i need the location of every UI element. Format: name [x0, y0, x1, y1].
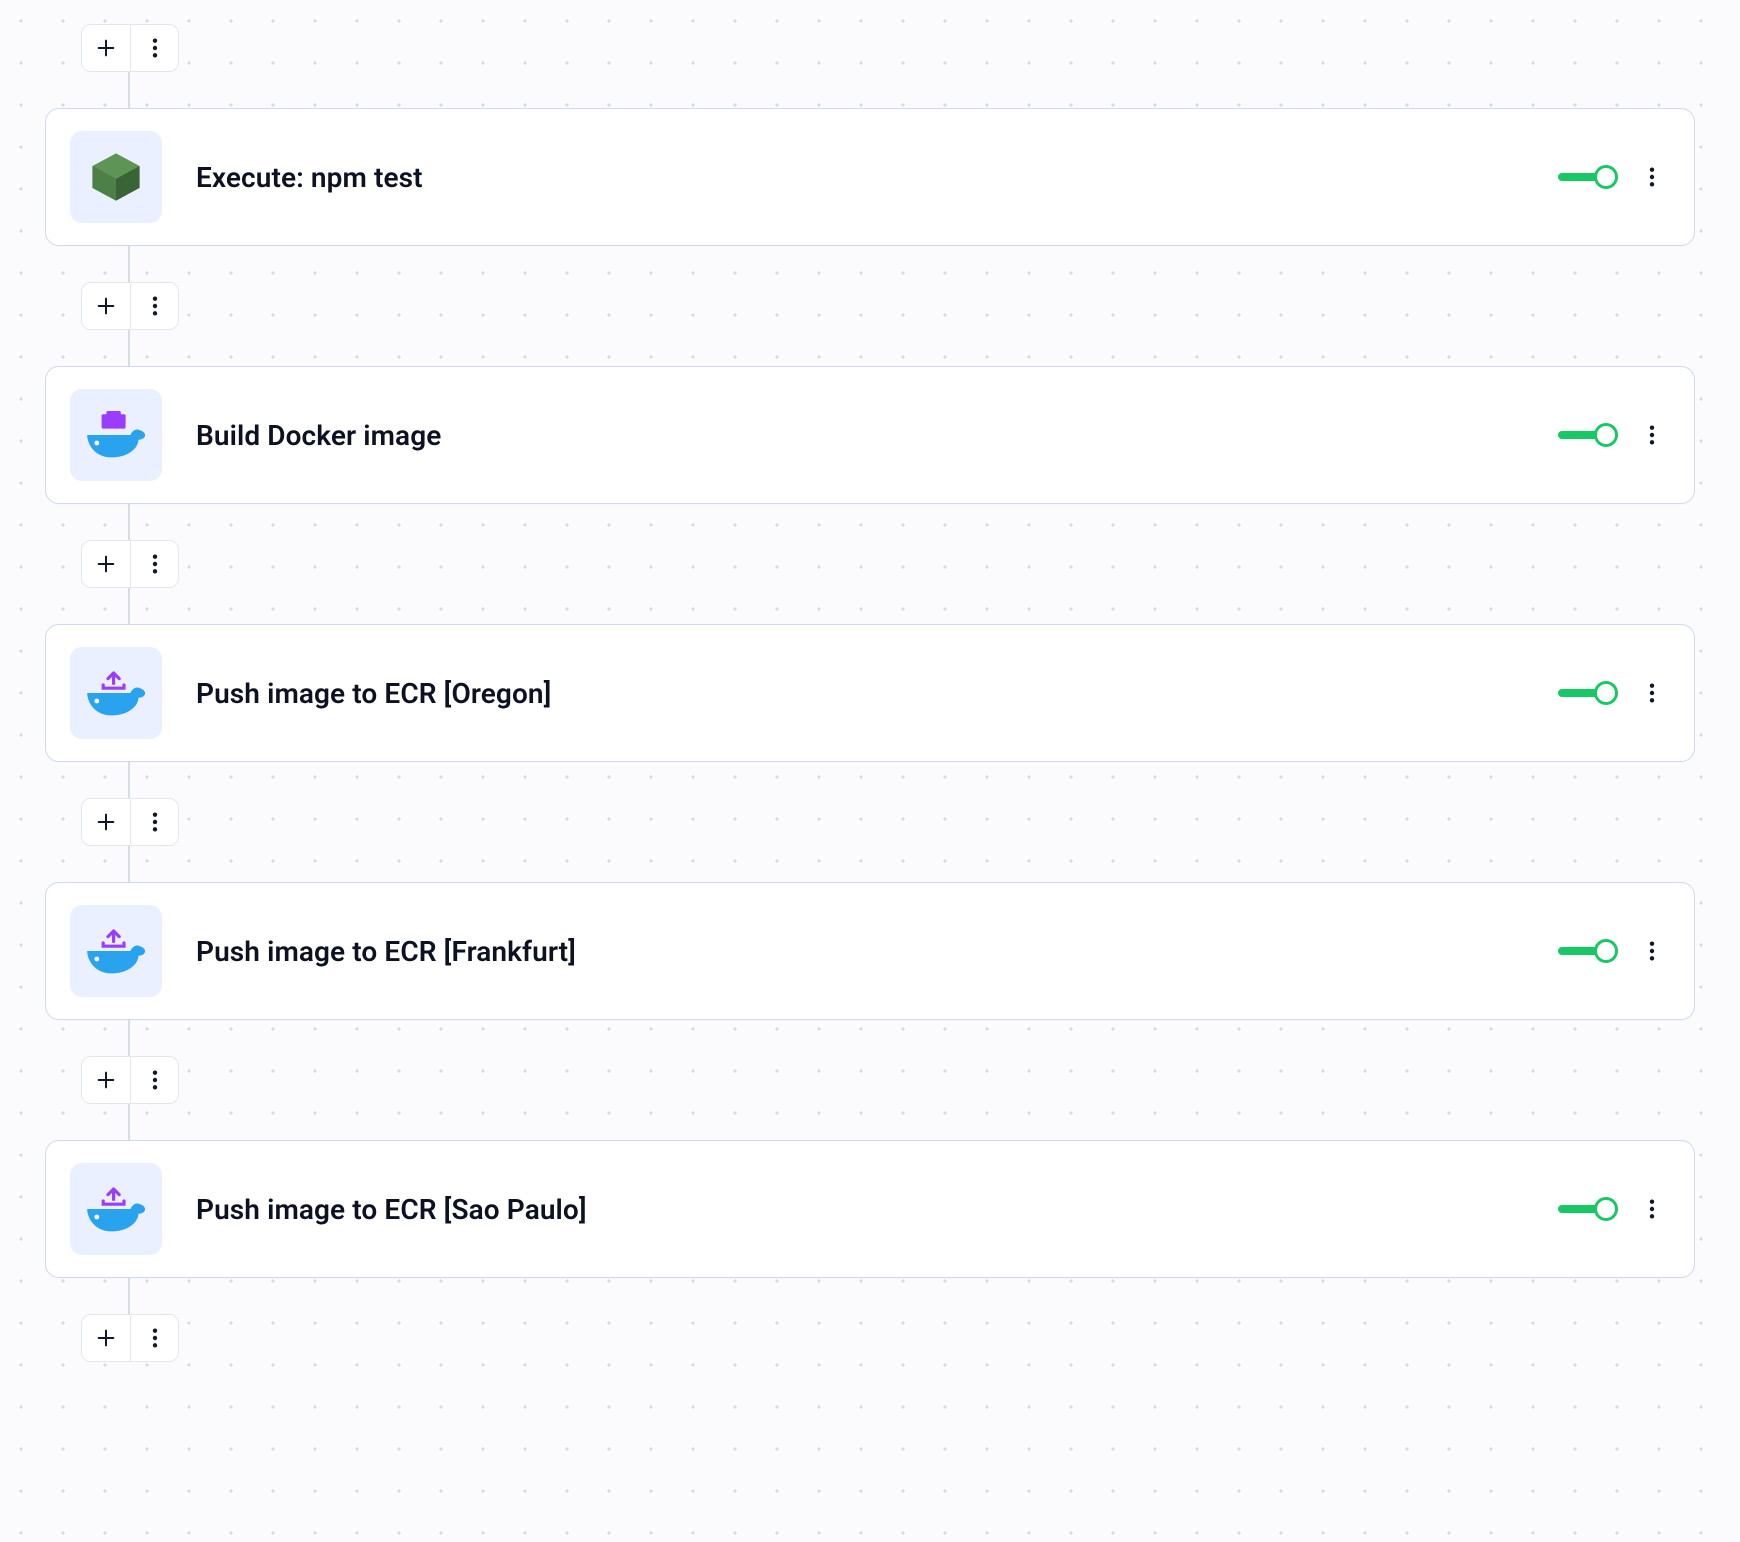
step-actions: [1558, 673, 1666, 713]
connector-group: [81, 1310, 1695, 1366]
add-step-button[interactable]: [82, 1315, 130, 1361]
connector-group: [81, 1052, 1695, 1108]
add-step-control: [81, 24, 179, 72]
docker-push-icon: [84, 1185, 148, 1233]
step-icon-tile: [70, 131, 162, 223]
connector-group: [81, 20, 1695, 76]
step-icon-tile: [70, 647, 162, 739]
step-enabled-toggle[interactable]: [1558, 164, 1616, 190]
add-step-more-button[interactable]: [130, 25, 178, 71]
more-vertical-icon: [152, 37, 158, 59]
pipeline-canvas: Execute: npm test Build Docker im: [0, 0, 1740, 1406]
step-actions: [1558, 931, 1666, 971]
step-enabled-toggle[interactable]: [1558, 1196, 1616, 1222]
step-title: Execute: npm test: [196, 161, 1558, 194]
add-step-more-button[interactable]: [130, 283, 178, 329]
step-more-button[interactable]: [1638, 157, 1666, 197]
toggle-knob: [1594, 939, 1618, 963]
add-step-button[interactable]: [82, 541, 130, 587]
step-icon-tile: [70, 905, 162, 997]
step-actions: [1558, 157, 1666, 197]
connector-group: [81, 536, 1695, 592]
add-step-control: [81, 798, 179, 846]
plus-icon: [95, 37, 117, 59]
add-step-more-button[interactable]: [130, 799, 178, 845]
pipeline-step-card[interactable]: Push image to ECR [Oregon]: [45, 624, 1695, 762]
step-more-button[interactable]: [1638, 931, 1666, 971]
plus-icon: [95, 811, 117, 833]
step-actions: [1558, 1189, 1666, 1229]
add-step-more-button[interactable]: [130, 1057, 178, 1103]
step-actions: [1558, 415, 1666, 455]
more-vertical-icon: [152, 553, 158, 575]
add-step-control: [81, 282, 179, 330]
node-cube-icon: [87, 148, 145, 206]
more-vertical-icon: [1649, 1198, 1655, 1220]
step-title: Push image to ECR [Frankfurt]: [196, 935, 1558, 968]
add-step-control: [81, 1056, 179, 1104]
plus-icon: [95, 295, 117, 317]
more-vertical-icon: [1649, 682, 1655, 704]
plus-icon: [95, 553, 117, 575]
add-step-button[interactable]: [82, 25, 130, 71]
plus-icon: [95, 1069, 117, 1091]
step-enabled-toggle[interactable]: [1558, 938, 1616, 964]
step-title: Push image to ECR [Sao Paulo]: [196, 1193, 1558, 1226]
more-vertical-icon: [1649, 166, 1655, 188]
pipeline-step-card[interactable]: Push image to ECR [Sao Paulo]: [45, 1140, 1695, 1278]
step-title: Build Docker image: [196, 419, 1558, 452]
toggle-knob: [1594, 1197, 1618, 1221]
more-vertical-icon: [1649, 940, 1655, 962]
more-vertical-icon: [152, 1069, 158, 1091]
step-more-button[interactable]: [1638, 1189, 1666, 1229]
step-more-button[interactable]: [1638, 673, 1666, 713]
toggle-knob: [1594, 423, 1618, 447]
docker-push-icon: [84, 669, 148, 717]
more-vertical-icon: [152, 1327, 158, 1349]
add-step-more-button[interactable]: [130, 1315, 178, 1361]
add-step-control: [81, 1314, 179, 1362]
docker-build-icon: [84, 411, 148, 459]
add-step-more-button[interactable]: [130, 541, 178, 587]
docker-push-icon: [84, 927, 148, 975]
step-enabled-toggle[interactable]: [1558, 680, 1616, 706]
step-enabled-toggle[interactable]: [1558, 422, 1616, 448]
step-more-button[interactable]: [1638, 415, 1666, 455]
pipeline-step-card[interactable]: Push image to ECR [Frankfurt]: [45, 882, 1695, 1020]
add-step-control: [81, 540, 179, 588]
more-vertical-icon: [1649, 424, 1655, 446]
connector-group: [81, 794, 1695, 850]
pipeline-step-card[interactable]: Execute: npm test: [45, 108, 1695, 246]
add-step-button[interactable]: [82, 283, 130, 329]
add-step-button[interactable]: [82, 1057, 130, 1103]
pipeline-step-card[interactable]: Build Docker image: [45, 366, 1695, 504]
more-vertical-icon: [152, 811, 158, 833]
toggle-knob: [1594, 165, 1618, 189]
connector-group: [81, 278, 1695, 334]
toggle-knob: [1594, 681, 1618, 705]
add-step-button[interactable]: [82, 799, 130, 845]
step-icon-tile: [70, 1163, 162, 1255]
step-title: Push image to ECR [Oregon]: [196, 677, 1558, 710]
step-icon-tile: [70, 389, 162, 481]
more-vertical-icon: [152, 295, 158, 317]
plus-icon: [95, 1327, 117, 1349]
